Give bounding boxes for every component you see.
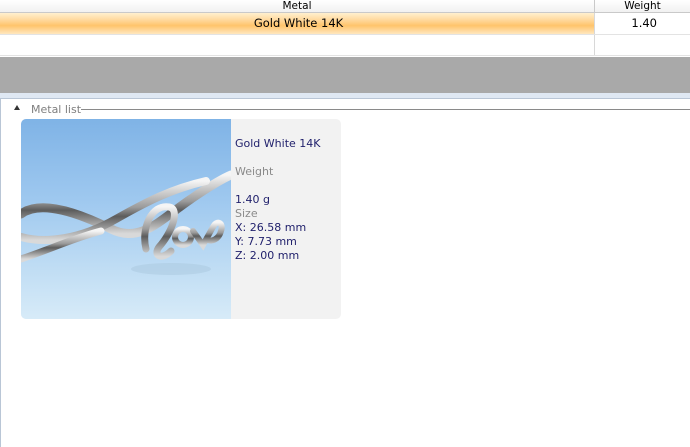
metal-list-panel: Metal list Gold White 14K Weight 1.40 g …	[0, 99, 690, 447]
column-header-weight[interactable]: Weight	[595, 0, 690, 12]
table-row[interactable]: Gold White 14K 1.40	[0, 13, 690, 35]
cell-metal[interactable]: Gold White 14K	[0, 13, 595, 34]
metal-name: Gold White 14K	[235, 137, 321, 150]
infinity-love-ring-image	[21, 170, 231, 275]
size-z: Z: 2.00 mm	[235, 249, 300, 262]
size-x: X: 26.58 mm	[235, 221, 307, 234]
table-row-empty[interactable]	[0, 35, 690, 56]
cell-weight[interactable]: 1.40	[595, 13, 690, 34]
size-y: Y: 7.73 mm	[235, 235, 297, 248]
metal-window: Metal Weight Gold White 14K 1.40 Metal l…	[0, 0, 690, 447]
group-label: Metal list	[31, 103, 82, 116]
jewelry-thumbnail	[21, 119, 231, 319]
metal-card[interactable]: Gold White 14K Weight 1.40 g Size X: 26.…	[21, 119, 341, 319]
metal-info: Gold White 14K Weight 1.40 g Size X: 26.…	[235, 137, 320, 263]
grid-header: Metal Weight	[0, 0, 690, 13]
metal-grid: Metal Weight Gold White 14K 1.40	[0, 0, 690, 57]
group-divider	[81, 109, 690, 110]
weight-value: 1.40 g	[235, 193, 270, 206]
cell-metal-empty[interactable]	[0, 35, 595, 55]
collapse-triangle-icon[interactable]	[14, 105, 20, 110]
splitter-area	[0, 57, 690, 93]
weight-label: Weight	[235, 165, 274, 178]
cell-weight-empty[interactable]	[595, 35, 690, 55]
column-header-metal[interactable]: Metal	[0, 0, 595, 12]
size-label: Size	[235, 207, 258, 220]
